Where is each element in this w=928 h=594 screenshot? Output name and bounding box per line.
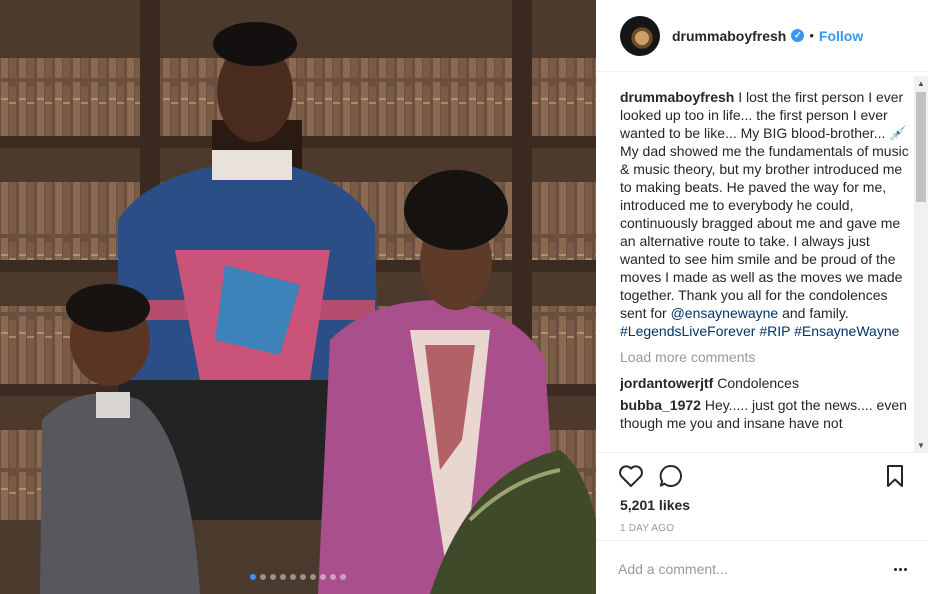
header-username[interactable]: drummaboyfresh bbox=[672, 28, 786, 44]
caption-mention-link[interactable]: @ensaynewayne bbox=[671, 305, 779, 321]
likes-count[interactable]: 5,201 likes bbox=[620, 497, 690, 513]
more-options-icon[interactable] bbox=[890, 557, 910, 581]
load-more-comments-button[interactable]: Load more comments bbox=[620, 348, 910, 366]
heart-icon bbox=[619, 465, 643, 487]
follow-button[interactable]: Follow bbox=[819, 28, 863, 44]
scroll-down-arrow-icon[interactable]: ▼ bbox=[914, 438, 928, 452]
carousel-dot bbox=[310, 574, 316, 580]
comment-username[interactable]: jordantowerjtf bbox=[620, 375, 713, 391]
bookmark-icon bbox=[887, 465, 903, 487]
post-sidebar: drummaboyfresh ✓ • Follow drummaboyfresh… bbox=[596, 0, 928, 594]
like-button[interactable] bbox=[618, 463, 644, 489]
post-timestamp[interactable]: 1 DAY AGO bbox=[620, 523, 674, 534]
carousel-dot bbox=[280, 574, 286, 580]
verified-badge-icon: ✓ bbox=[791, 29, 805, 42]
carousel-dot bbox=[260, 574, 266, 580]
header-separator: • bbox=[809, 28, 814, 43]
hashtag-link[interactable]: #LegendsLiveForever bbox=[620, 323, 755, 339]
comments-scrollbar[interactable]: ▲ ▼ bbox=[914, 76, 928, 452]
hashtag-link[interactable]: #RIP bbox=[759, 323, 790, 339]
caption-username[interactable]: drummaboyfresh bbox=[620, 89, 734, 105]
comment-username[interactable]: bubba_1972 bbox=[620, 397, 701, 413]
carousel-dot bbox=[270, 574, 276, 580]
carousel-dot bbox=[330, 574, 336, 580]
carousel-dot bbox=[300, 574, 306, 580]
scrollbar-thumb[interactable] bbox=[916, 92, 926, 202]
avatar[interactable] bbox=[620, 15, 660, 56]
list-item: jordantowerjtf Condolences bbox=[620, 374, 910, 392]
comment-text: Condolences bbox=[717, 375, 799, 391]
comment-input[interactable] bbox=[618, 557, 868, 581]
carousel-dot bbox=[290, 574, 296, 580]
scroll-up-arrow-icon[interactable]: ▲ bbox=[914, 76, 928, 90]
post-header: drummaboyfresh ✓ • Follow bbox=[596, 0, 928, 72]
comment-button[interactable] bbox=[658, 463, 684, 489]
save-button[interactable] bbox=[882, 463, 908, 489]
family-portrait-image bbox=[0, 0, 596, 594]
caption-text-part2: and family. bbox=[782, 305, 849, 321]
list-item: bubba_1972 Hey..... just got the news...… bbox=[620, 396, 910, 432]
post-photo[interactable] bbox=[0, 0, 596, 594]
add-comment-bar bbox=[596, 540, 928, 594]
post-caption: drummaboyfresh I lost the first person I… bbox=[620, 88, 910, 340]
post-actions: 5,201 likes 1 DAY AGO bbox=[596, 452, 928, 534]
carousel-dot bbox=[340, 574, 346, 580]
hashtag-link[interactable]: #EnsayneWayne bbox=[794, 323, 899, 339]
carousel-dot bbox=[250, 574, 256, 580]
caption-text-part1: I lost the first person I ever looked up… bbox=[620, 89, 909, 321]
comments-list[interactable]: drummaboyfresh I lost the first person I… bbox=[620, 80, 910, 452]
comment-bubble-icon bbox=[659, 464, 682, 487]
carousel-dot bbox=[320, 574, 326, 580]
carousel-indicator bbox=[0, 574, 596, 580]
